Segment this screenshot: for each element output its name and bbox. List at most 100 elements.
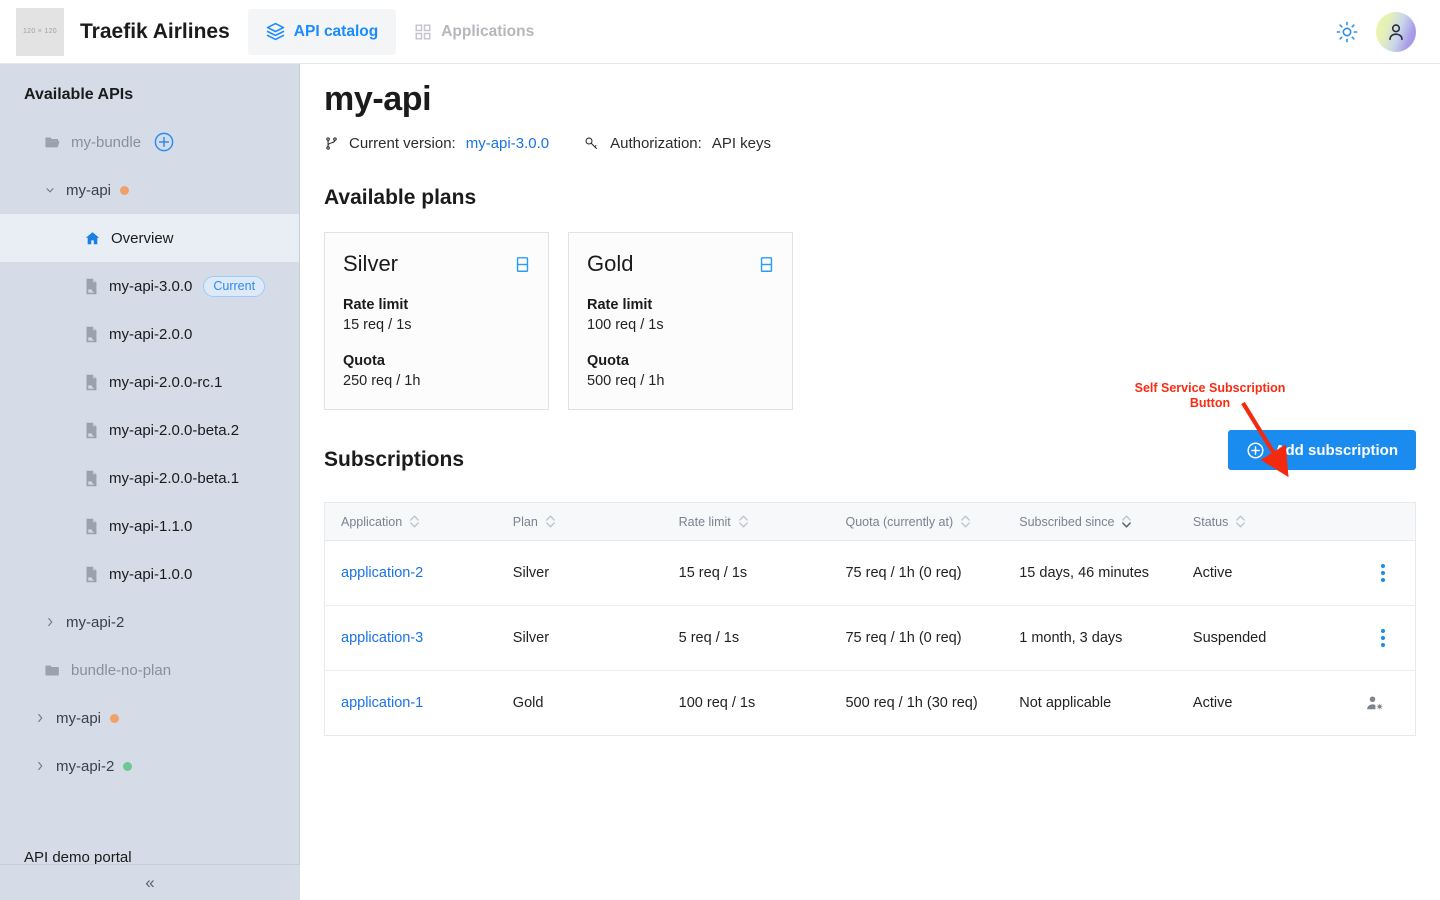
tab-api-catalog[interactable]: API catalog (248, 9, 396, 55)
cell-subscribed-since: 15 days, 46 minutes (1003, 541, 1177, 606)
chevron-down-icon[interactable] (44, 184, 58, 196)
chevron-right-icon[interactable] (34, 712, 48, 724)
manage-user-icon[interactable] (1365, 693, 1385, 713)
column-header-status[interactable]: Status (1177, 503, 1349, 541)
status-dot-green (123, 762, 132, 771)
home-icon (84, 230, 101, 247)
sidebar-item-my-api-3-0-0[interactable]: my-api-3.0.0Current (0, 262, 299, 310)
column-header-rate-limit[interactable]: Rate limit (663, 503, 830, 541)
sort-icon[interactable] (960, 514, 971, 529)
cell-status-text: Active (1193, 695, 1233, 711)
tab-applications-label: Applications (441, 23, 534, 41)
column-header-subscribed-since[interactable]: Subscribed since (1003, 503, 1177, 541)
folder-open-icon (44, 134, 61, 151)
branch-icon (324, 136, 339, 151)
cell-plan: Gold (497, 671, 663, 736)
double-chevron-left-icon: « (145, 873, 154, 893)
cell-application: application-1 (325, 671, 497, 736)
cell-plan-text: Silver (513, 565, 549, 581)
plan-rate-limit-label: Rate limit (587, 297, 774, 313)
authorization-value: API keys (712, 135, 771, 152)
sidebar-item-label: my-api-3.0.0 (109, 278, 192, 295)
file-icon (84, 566, 99, 583)
sidebar-item-my-api-2[interactable]: my-api-2 (0, 742, 299, 790)
sidebar: Available APIs my-bundlemy-apiOverviewmy… (0, 64, 300, 900)
sidebar-item-my-bundle[interactable]: my-bundle (0, 118, 299, 166)
cell-quota-text: 75 req / 1h (0 req) (845, 630, 961, 646)
folder-icon (44, 662, 61, 679)
sidebar-item-my-api-2-0-0-beta-2[interactable]: my-api-2.0.0-beta.2 (0, 406, 299, 454)
annotation-arrow-icon (1240, 398, 1300, 488)
cell-application-text[interactable]: application-2 (341, 565, 423, 581)
plan-quota-value: 250 req / 1h (343, 373, 530, 389)
column-header-plan[interactable]: Plan (497, 503, 663, 541)
column-header-inner: Plan (513, 514, 663, 529)
plan-rate-limit-value: 100 req / 1s (587, 317, 774, 333)
sidebar-item-label: bundle-no-plan (71, 662, 171, 679)
sidebar-item-label: my-api (56, 710, 101, 727)
cell-status-text: Active (1193, 565, 1233, 581)
page-title: my-api (324, 80, 1440, 119)
table-row: application-2Silver15 req / 1s75 req / 1… (325, 541, 1416, 606)
sidebar-item-overview[interactable]: Overview (0, 214, 299, 262)
sun-icon[interactable] (1336, 21, 1358, 43)
cell-plan: Silver (497, 541, 663, 606)
sidebar-item-my-api[interactable]: my-api (0, 166, 299, 214)
sidebar-item-label: my-api-2.0.0-beta.1 (109, 470, 239, 487)
avatar[interactable] (1376, 12, 1416, 52)
sidebar-item-my-api-1-0-0[interactable]: my-api-1.0.0 (0, 550, 299, 598)
status-dot-orange (110, 714, 119, 723)
column-header-inner: Application (341, 514, 497, 529)
column-header-application[interactable]: Application (325, 503, 497, 541)
sidebar-title: Available APIs (0, 64, 299, 104)
book-icon[interactable] (759, 256, 774, 273)
sidebar-collapse-button[interactable]: « (0, 864, 300, 900)
book-icon[interactable] (515, 256, 530, 273)
column-header-label: Application (341, 515, 402, 529)
current-version-link[interactable]: my-api-3.0.0 (466, 135, 549, 152)
sidebar-item-my-api-2[interactable]: my-api-2 (0, 598, 299, 646)
sort-icon[interactable] (409, 514, 420, 529)
sort-icon[interactable] (1121, 514, 1132, 529)
key-icon (583, 135, 600, 152)
sidebar-item-my-api[interactable]: my-api (0, 694, 299, 742)
kebab-menu-icon[interactable] (1381, 629, 1385, 647)
add-bundle-button[interactable] (153, 131, 175, 153)
sidebar-item-my-api-2-0-0-beta-1[interactable]: my-api-2.0.0-beta.1 (0, 454, 299, 502)
sidebar-item-my-api-2-0-0[interactable]: my-api-2.0.0 (0, 310, 299, 358)
file-icon (84, 374, 99, 391)
plan-card-header: Gold (587, 251, 774, 277)
table-header-row: Application PlanRate limit Quota (currentl… (325, 503, 1416, 541)
sidebar-item-label: my-api-2 (56, 758, 114, 775)
tab-api-catalog-label: API catalog (294, 23, 378, 41)
cell-subscribed-since-text: Not applicable (1019, 695, 1111, 711)
cell-subscribed-since: Not applicable (1003, 671, 1177, 736)
kebab-menu-icon[interactable] (1381, 564, 1385, 582)
sort-icon[interactable] (545, 514, 556, 529)
tab-applications[interactable]: Applications (396, 9, 552, 55)
cell-subscribed-since-text: 1 month, 3 days (1019, 630, 1122, 646)
cell-application-text[interactable]: application-3 (341, 630, 423, 646)
sort-icon[interactable] (738, 514, 749, 529)
chevron-right-icon[interactable] (44, 616, 58, 628)
main-nav-tabs: API catalog Applications (248, 9, 552, 55)
column-header-quota-currently-at-[interactable]: Quota (currently at) (829, 503, 1003, 541)
plan-name: Gold (587, 251, 633, 277)
column-header-inner: Quota (currently at) (845, 514, 1003, 529)
layers-icon (266, 22, 285, 41)
file-icon (84, 326, 99, 343)
table-row: application-3Silver5 req / 1s75 req / 1h… (325, 606, 1416, 671)
sidebar-item-label: my-api-1.0.0 (109, 566, 192, 583)
cell-quota: 500 req / 1h (30 req) (829, 671, 1003, 736)
authorization-label: Authorization: (610, 135, 702, 152)
cell-rate-limit-text: 100 req / 1s (679, 695, 756, 711)
annotation-line-1: Self Service Subscription (1120, 381, 1300, 396)
sidebar-item-my-api-1-1-0[interactable]: my-api-1.1.0 (0, 502, 299, 550)
sidebar-item-bundle-no-plan[interactable]: bundle-no-plan (0, 646, 299, 694)
chevron-right-icon[interactable] (34, 760, 48, 772)
sort-icon[interactable] (1235, 514, 1246, 529)
available-plans-heading: Available plans (324, 186, 1440, 210)
api-meta-row: Current version: my-api-3.0.0 Authorizat… (324, 135, 1440, 152)
cell-application-text[interactable]: application-1 (341, 695, 423, 711)
sidebar-item-my-api-2-0-0-rc-1[interactable]: my-api-2.0.0-rc.1 (0, 358, 299, 406)
